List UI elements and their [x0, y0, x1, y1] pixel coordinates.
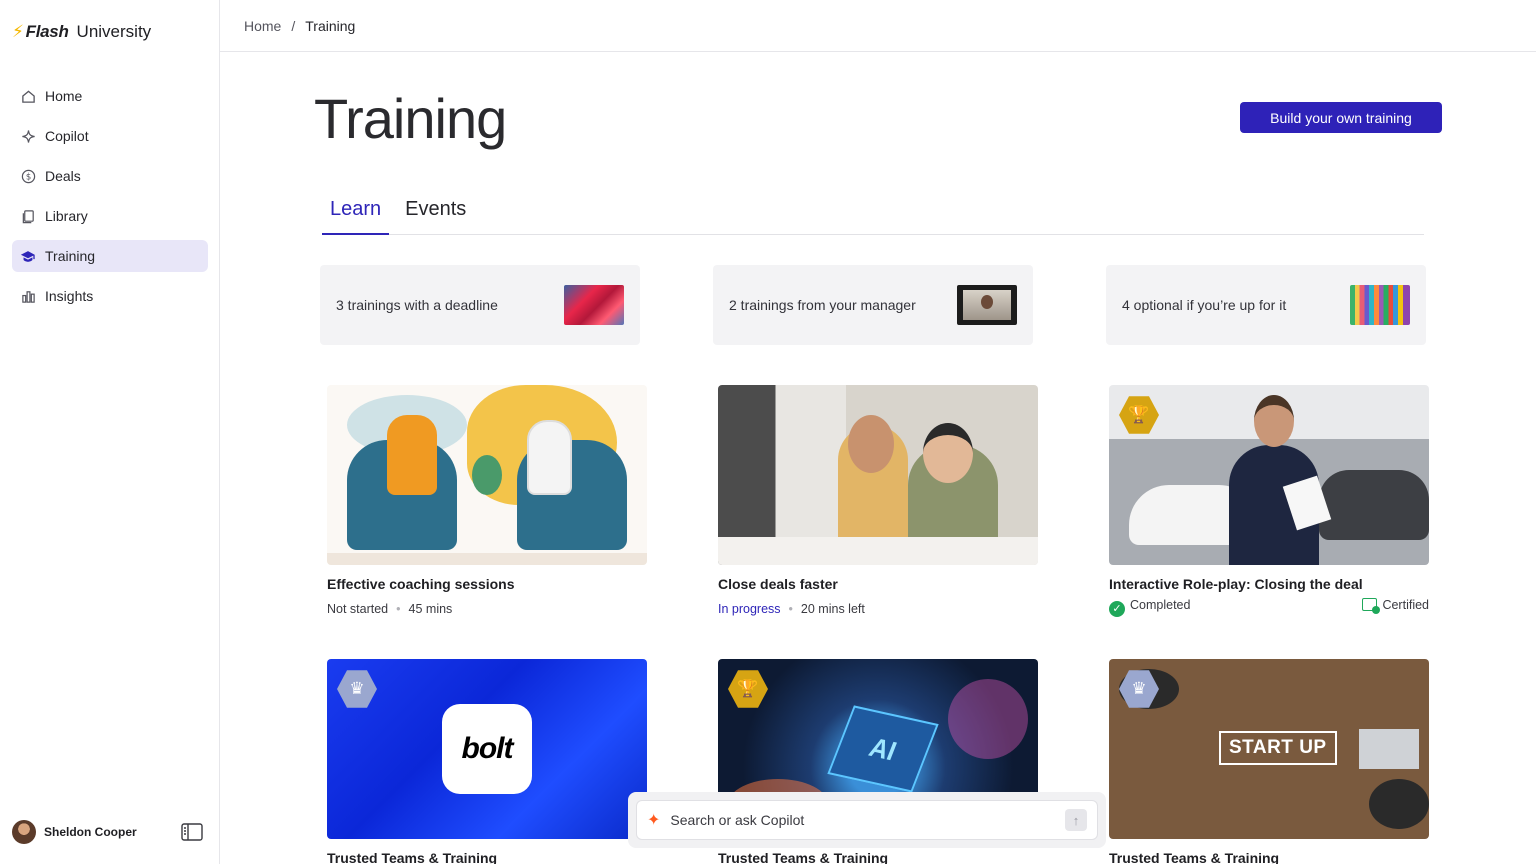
card-image: [718, 385, 1038, 565]
card-status: In progress: [718, 602, 781, 616]
card-duration: 45 mins: [408, 602, 453, 616]
copilot-sparkle-icon: ✦: [647, 812, 661, 829]
summary-thumbnail: [1350, 285, 1410, 325]
graduation-cap-icon: [20, 248, 36, 264]
breadcrumb: Home / Training: [220, 0, 1536, 52]
sparkle-icon: [20, 128, 36, 144]
avatar: [12, 820, 36, 844]
card-meta: In progress • 20 mins left: [718, 602, 1038, 616]
svg-text:$: $: [25, 171, 30, 181]
sidebar: ⚡ Flash University Home Copilot $ Deals: [0, 0, 220, 864]
meta-separator-icon: •: [788, 602, 793, 616]
card-meta: ✓ Completed Certified: [1109, 598, 1429, 617]
card-title: Effective coaching sessions: [327, 576, 515, 592]
sidebar-item-label: Training: [45, 248, 96, 264]
summary-deadline[interactable]: 3 trainings with a deadline: [320, 265, 640, 345]
card-title: Interactive Role-play: Closing the deal: [1109, 576, 1363, 592]
tab-learn[interactable]: Learn: [322, 194, 390, 235]
certificate-icon: [1362, 598, 1381, 614]
sidebar-item-label: Library: [45, 208, 88, 224]
dollar-icon: $: [20, 168, 36, 184]
copilot-bar: ✦ ↑: [628, 792, 1106, 848]
breadcrumb-current: Training: [305, 17, 356, 34]
brand-suffix: University: [76, 22, 152, 41]
user-profile[interactable]: Sheldon Cooper: [12, 820, 137, 844]
sidebar-item-label: Deals: [45, 168, 81, 184]
user-name: Sheldon Cooper: [44, 825, 137, 839]
card-image: START UP ♛: [1109, 659, 1429, 839]
tab-bar: Learn Events: [322, 194, 1424, 235]
page-title: Training: [314, 87, 507, 150]
copilot-search: ✦ ↑: [636, 800, 1098, 840]
library-icon: [20, 208, 36, 224]
crown-icon: ♛: [337, 670, 377, 708]
summary-label: 3 trainings with a deadline: [336, 297, 498, 313]
training-card[interactable]: Close deals faster In progress • 20 mins…: [718, 385, 1038, 616]
summary-thumbnail: [564, 285, 624, 325]
card-image: bolt ♛: [327, 659, 647, 839]
card-title: Close deals faster: [718, 576, 838, 592]
sidebar-item-insights[interactable]: Insights: [12, 280, 208, 312]
sidebar-item-label: Copilot: [45, 128, 89, 144]
card-image: [327, 385, 647, 565]
card-duration: 20 mins left: [800, 602, 865, 616]
sidebar-toggle-icon[interactable]: [181, 823, 203, 841]
card-title: Trusted Teams & Training: [1109, 850, 1280, 864]
training-card[interactable]: Effective coaching sessions Not started …: [327, 385, 647, 616]
summary-label: 2 trainings from your manager: [729, 297, 916, 313]
meta-separator-icon: •: [396, 602, 401, 616]
startup-label: START UP: [1219, 731, 1337, 765]
training-card[interactable]: bolt ♛ Trusted Teams & Training: [327, 659, 647, 864]
lightning-bolt-icon: ⚡: [12, 22, 24, 41]
send-arrow-icon[interactable]: ↑: [1065, 809, 1087, 831]
sidebar-item-training[interactable]: Training: [12, 240, 208, 272]
training-card[interactable]: 🏆 Interactive Role-play: Closing the dea…: [1109, 385, 1429, 617]
card-title: Trusted Teams & Training: [718, 850, 889, 864]
certified-status: Certified: [1362, 598, 1429, 617]
tab-events[interactable]: Events: [397, 194, 474, 235]
trophy-icon: 🏆: [1119, 396, 1159, 434]
bar-chart-icon: [20, 288, 36, 304]
breadcrumb-separator: /: [291, 17, 296, 34]
home-icon: [20, 88, 36, 104]
summary-thumbnail: [957, 285, 1017, 325]
trophy-icon: 🏆: [728, 670, 768, 708]
training-card[interactable]: START UP ♛ Trusted Teams & Training: [1109, 659, 1429, 864]
card-status: Not started: [327, 602, 389, 616]
summary-optional[interactable]: 4 optional if you’re up for it: [1106, 265, 1426, 345]
completed-status: ✓ Completed: [1109, 598, 1190, 617]
sidebar-item-library[interactable]: Library: [12, 200, 208, 232]
copilot-search-input[interactable]: [670, 812, 1055, 828]
sidebar-item-deals[interactable]: $ Deals: [12, 160, 208, 192]
card-title: Trusted Teams & Training: [327, 850, 498, 864]
sidebar-nav: Home Copilot $ Deals Library Training In…: [12, 80, 208, 320]
breadcrumb-home[interactable]: Home: [244, 18, 281, 34]
brand-logo[interactable]: ⚡ Flash University: [12, 22, 151, 42]
ai-chip-label: AI: [827, 705, 939, 793]
summary-manager[interactable]: 2 trainings from your manager: [713, 265, 1033, 345]
card-image: 🏆: [1109, 385, 1429, 565]
card-meta: Not started • 45 mins: [327, 602, 647, 616]
summary-label: 4 optional if you’re up for it: [1122, 297, 1287, 313]
sidebar-item-label: Home: [45, 88, 83, 104]
build-training-button[interactable]: Build your own training: [1240, 102, 1442, 133]
sidebar-item-home[interactable]: Home: [12, 80, 208, 112]
bolt-logo: bolt: [442, 704, 532, 794]
sidebar-item-label: Insights: [45, 288, 94, 304]
brand-flash: ⚡ Flash: [12, 22, 69, 41]
sidebar-item-copilot[interactable]: Copilot: [12, 120, 208, 152]
check-circle-icon: ✓: [1109, 600, 1125, 617]
